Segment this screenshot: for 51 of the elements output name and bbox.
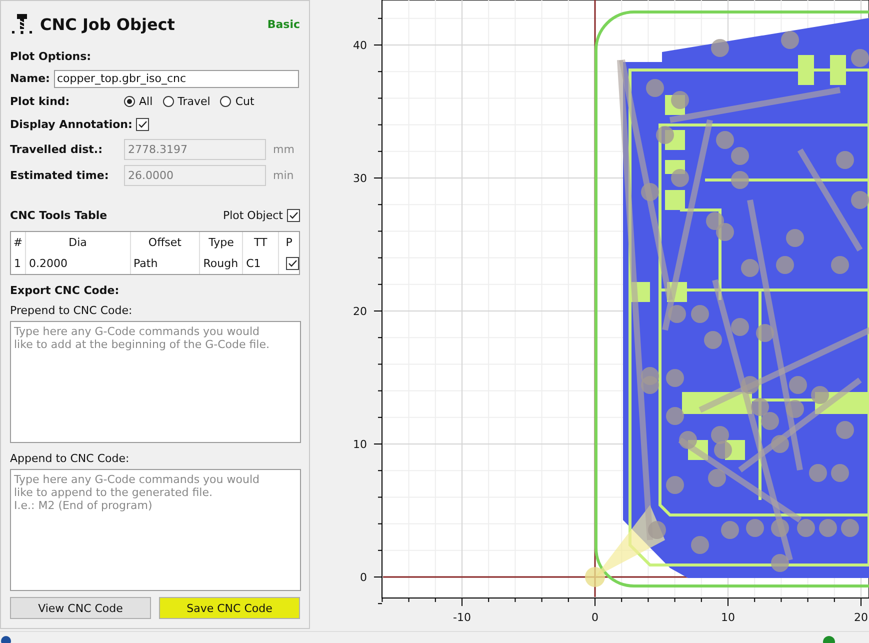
annotation-checkbox[interactable] bbox=[136, 118, 150, 131]
plot-kind-radio[interactable]: Cut bbox=[220, 95, 254, 108]
column-header: Offset bbox=[130, 232, 200, 253]
x-axis-tick-label: 20 bbox=[854, 611, 868, 624]
y-axis-tick-label: 30 bbox=[353, 172, 367, 185]
status-icon bbox=[1, 635, 11, 643]
table-cell: 0.2000 bbox=[26, 253, 131, 274]
unit-label: min bbox=[273, 168, 294, 182]
field-label: Estimated time: bbox=[10, 168, 110, 182]
plot-checkbox[interactable] bbox=[286, 257, 299, 270]
unit-label: mm bbox=[273, 142, 294, 156]
milling-tool-icon bbox=[10, 13, 34, 35]
plot-object-checkbox[interactable] bbox=[287, 209, 300, 222]
field-label: Plot kind: bbox=[10, 95, 71, 108]
panel-title: CNC Job Object bbox=[40, 14, 175, 34]
y-axis-tick-label: 0 bbox=[360, 571, 367, 584]
table-cell: 1 bbox=[11, 253, 26, 274]
table-cell: Rough bbox=[200, 253, 244, 274]
section-heading: Plot Options: bbox=[10, 49, 92, 65]
y-axis-tick-label: 10 bbox=[353, 438, 367, 451]
section-heading: CNC Tools Table bbox=[10, 209, 108, 222]
readout-field: 26.0000 bbox=[124, 164, 266, 186]
field-label: Append to CNC Code: bbox=[10, 451, 130, 467]
status-indicator-icon bbox=[822, 635, 836, 643]
field-label: Name: bbox=[10, 72, 50, 85]
x-axis-tick-label: 10 bbox=[721, 611, 735, 624]
y-axis-tick-label: 20 bbox=[353, 305, 367, 318]
field-label: Travelled dist.: bbox=[10, 142, 104, 156]
field-label: Display Annotation: bbox=[10, 118, 132, 131]
app-mode-label[interactable]: Basic bbox=[267, 18, 300, 30]
y-axis-tick-label: 40 bbox=[353, 39, 367, 52]
table-cell: Path bbox=[130, 253, 200, 274]
column-header: Dia bbox=[26, 232, 131, 253]
name-field[interactable]: copper_top.gbr_iso_cnc bbox=[54, 70, 299, 88]
section-heading: Export CNC Code: bbox=[10, 283, 120, 299]
gcode-text-area[interactable]: Type here any G-Code commands you would like to add at the beginning of the G-Code file. bbox=[10, 321, 301, 443]
column-header: # bbox=[11, 232, 26, 253]
plot-kind-radio[interactable]: Travel bbox=[162, 95, 210, 108]
column-header: P bbox=[284, 235, 294, 251]
column-header: TT bbox=[243, 232, 280, 253]
action-button[interactable]: Save CNC Code bbox=[159, 597, 300, 619]
readout-field: 2778.3197 bbox=[124, 138, 266, 160]
plot-kind-radio[interactable]: All bbox=[124, 95, 153, 108]
x-axis-tick-label: -10 bbox=[453, 611, 471, 624]
checkbox-label: Plot Object bbox=[222, 209, 283, 222]
field-label: Prepend to CNC Code: bbox=[10, 303, 134, 319]
gcode-text-area[interactable]: Type here any G-Code commands you would like to append to the generated file. I.e.: M2 (End of program) bbox=[10, 469, 301, 591]
column-header: Type bbox=[200, 232, 244, 253]
table-cell: C1 bbox=[243, 253, 279, 274]
action-button[interactable]: View CNC Code bbox=[10, 597, 151, 619]
x-axis-tick-label: 0 bbox=[592, 611, 598, 624]
